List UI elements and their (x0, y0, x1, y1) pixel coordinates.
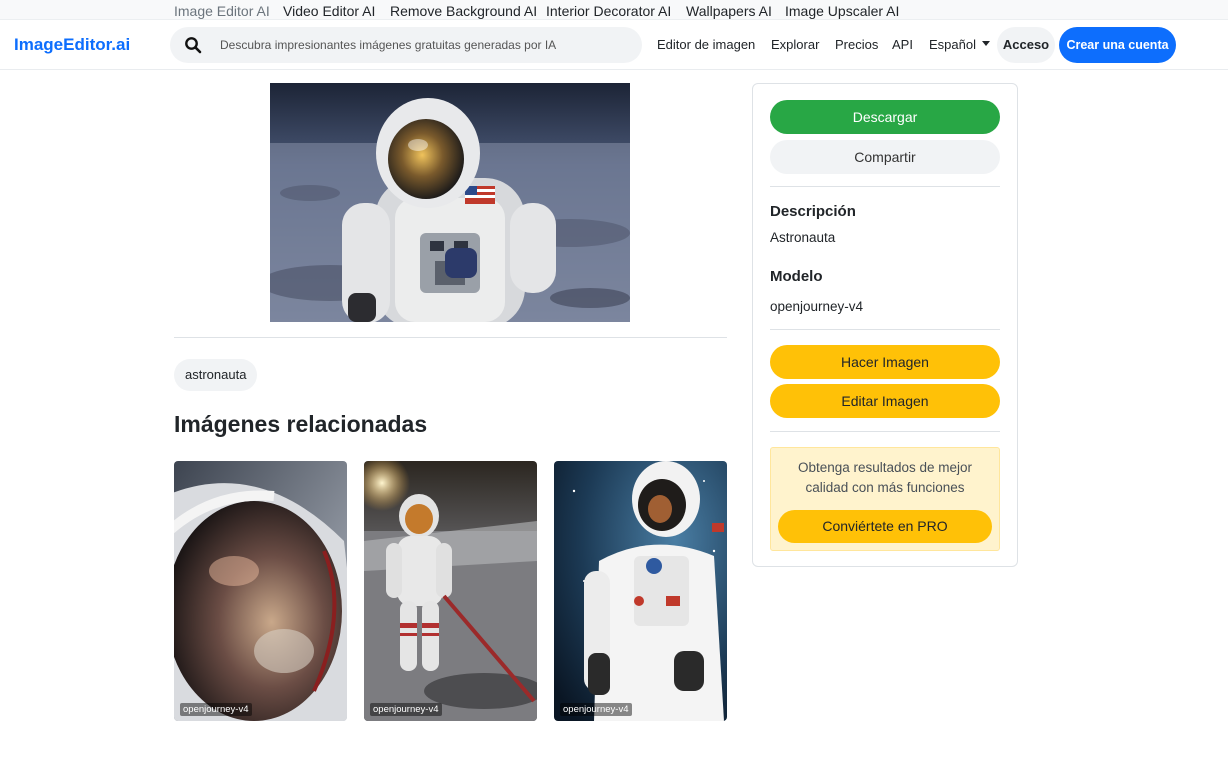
related-image (554, 461, 727, 721)
pro-promo: Obtenga resultados de mejor calidad con … (770, 447, 1000, 551)
related-image-card[interactable]: openjourney-v4 (554, 461, 727, 721)
tag-chip[interactable]: astronauta (174, 359, 258, 391)
description-label: Descripción (770, 203, 856, 220)
search-input[interactable] (220, 27, 630, 63)
thumb-model-label: openjourney-v4 (370, 703, 442, 716)
tool-link-image-editor[interactable]: Image Editor AI (174, 3, 270, 19)
tool-link-interior-decorator[interactable]: Interior Decorator AI (546, 3, 671, 19)
nav-link-image-editor[interactable]: Editor de imagen (657, 37, 755, 52)
tools-bar: Image Editor AI Video Editor AI Remove B… (0, 0, 1228, 20)
edit-image-button[interactable]: Editar Imagen (770, 384, 1000, 418)
language-dropdown[interactable]: Español (929, 37, 990, 52)
related-images-title: Imágenes relacionadas (174, 411, 428, 437)
related-image (364, 461, 537, 721)
signup-button[interactable]: Crear una cuenta (1059, 27, 1176, 63)
content-divider (174, 337, 727, 338)
search-icon[interactable] (184, 36, 202, 54)
divider (770, 329, 1000, 330)
nav-link-explore[interactable]: Explorar (771, 37, 819, 52)
thumb-model-label: openjourney-v4 (560, 703, 632, 716)
make-image-button[interactable]: Hacer Imagen (770, 345, 1000, 379)
language-label: Español (929, 37, 976, 52)
tool-link-remove-background[interactable]: Remove Background AI (390, 3, 537, 19)
main-image (270, 83, 630, 322)
model-label: Modelo (770, 268, 823, 285)
tool-link-image-upscaler[interactable]: Image Upscaler AI (785, 3, 899, 19)
download-button[interactable]: Descargar (770, 100, 1000, 134)
side-panel: Descargar Compartir Descripción Astronau… (752, 83, 1018, 567)
nav-link-api[interactable]: API (892, 37, 913, 52)
go-pro-button[interactable]: Conviértete en PRO (778, 510, 992, 543)
tool-link-video-editor[interactable]: Video Editor AI (283, 3, 375, 19)
login-button[interactable]: Acceso (997, 27, 1055, 63)
divider (770, 186, 1000, 187)
model-value: openjourney-v4 (770, 299, 864, 314)
share-button[interactable]: Compartir (770, 140, 1000, 174)
caret-down-icon (981, 41, 990, 47)
thumb-model-label: openjourney-v4 (180, 703, 252, 716)
search-bar[interactable] (170, 27, 642, 63)
navbar: ImageEditor.ai Editor de imagen Explorar… (0, 20, 1228, 70)
tool-link-wallpapers[interactable]: Wallpapers AI (686, 3, 772, 19)
brand-logo[interactable]: ImageEditor.ai (14, 35, 130, 55)
nav-link-pricing[interactable]: Precios (835, 37, 878, 52)
description-value: Astronauta (770, 230, 836, 245)
related-image-card[interactable]: openjourney-v4 (364, 461, 537, 721)
pro-promo-text: Obtenga resultados de mejor calidad con … (797, 460, 973, 495)
related-image-card[interactable]: openjourney-v4 (174, 461, 347, 721)
related-image (174, 461, 347, 721)
divider (770, 431, 1000, 432)
